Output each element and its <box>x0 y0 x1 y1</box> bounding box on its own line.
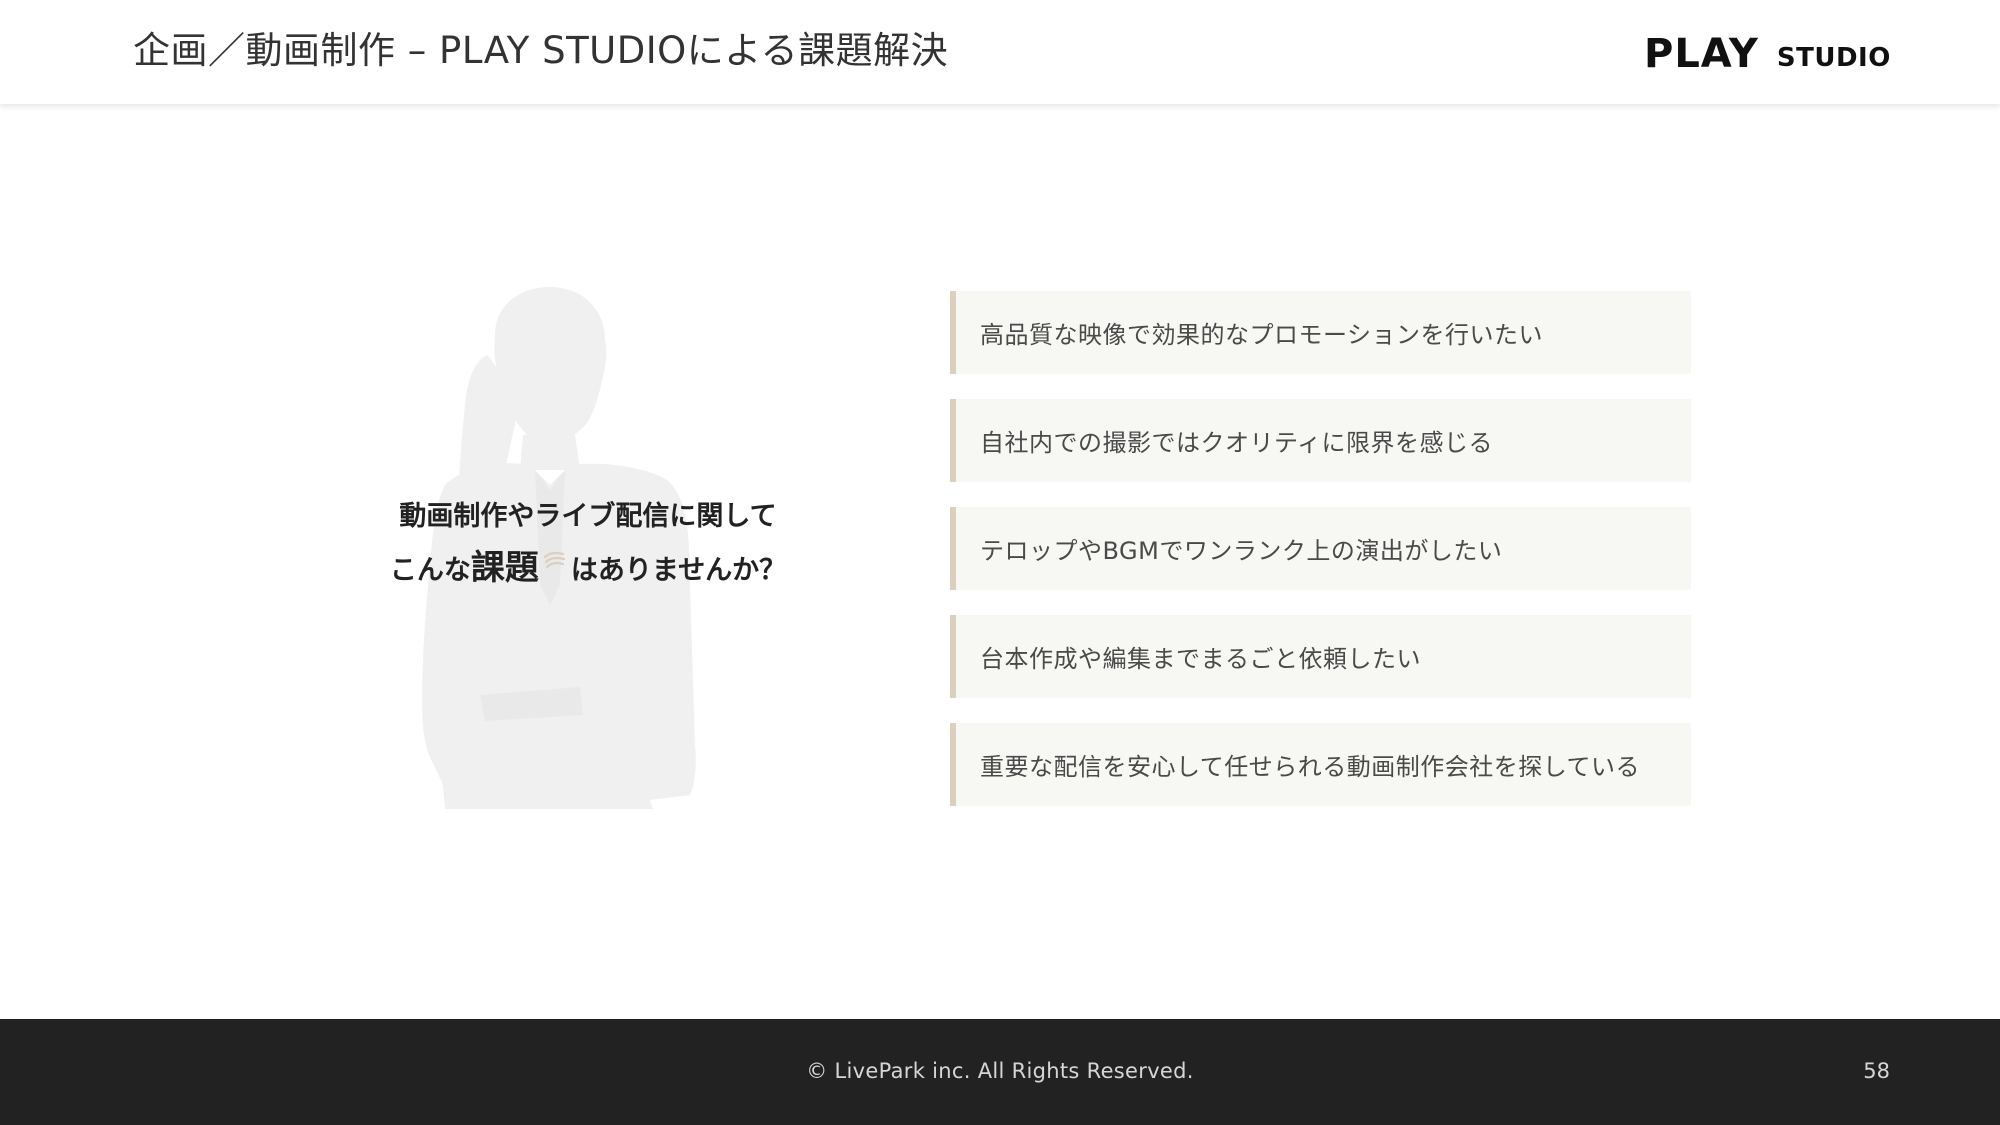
issue-card: 自社内での撮影ではクオリティに限界を感じる <box>950 399 1691 482</box>
wave-icon <box>543 551 565 569</box>
footer: © LivePark inc. All Rights Reserved. 58 <box>0 1019 2000 1125</box>
page-number: 58 <box>1863 1059 1890 1083</box>
issue-card: 台本作成や編集までまるごと依頼したい <box>950 615 1691 698</box>
lead-line-2-suffix: はありませんか？ <box>570 555 787 586</box>
lead-line-1: 動画制作やライブ配信に関して <box>399 501 777 532</box>
play-studio-logo: PLAY STUDIO <box>1644 26 1891 76</box>
issue-card: 重要な配信を安心して任せられる動画制作会社を探している <box>950 723 1691 806</box>
lead-emphasis-word: 課題 <box>470 548 539 588</box>
header: 企画／動画制作 – PLAY STUDIOによる課題解決 PLAY STUDIO <box>0 0 2000 104</box>
issue-list: 高品質な映像で効果的なプロモーションを行いたい 自社内での撮影ではクオリティに限… <box>950 291 1691 831</box>
lead-line-2: こんな課題 はありませんか？ <box>300 542 876 597</box>
lead-line-2-prefix: こんな <box>389 555 471 586</box>
logo-studio-text: STUDIO <box>1776 43 1891 73</box>
logo-play-text: PLAY <box>1644 31 1759 77</box>
copyright-text: © LivePark inc. All Rights Reserved. <box>806 1059 1194 1083</box>
page-title: 企画／動画制作 – PLAY STUDIOによる課題解決 <box>133 29 949 72</box>
issue-card: テロップやBGMでワンランク上の演出がしたい <box>950 507 1691 590</box>
issue-card: 高品質な映像で効果的なプロモーションを行いたい <box>950 291 1691 374</box>
lead-question: 動画制作やライブ配信に関して こんな課題 はありませんか？ <box>300 492 876 597</box>
